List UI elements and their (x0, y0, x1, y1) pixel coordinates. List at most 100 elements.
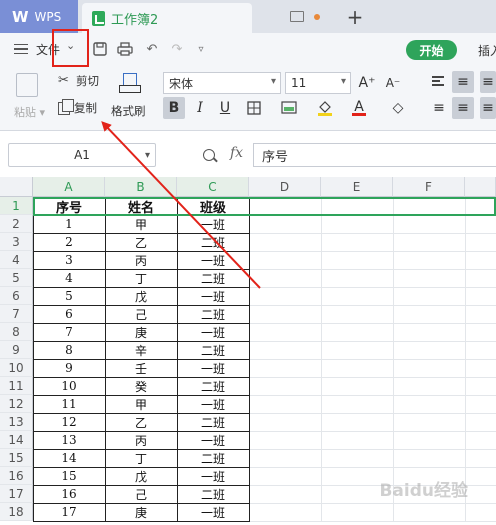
table-cell[interactable]: 一班 (177, 431, 249, 449)
table-cell[interactable]: 一班 (177, 503, 249, 521)
table-cell[interactable]: 4 (33, 269, 105, 287)
align-center-icon[interactable]: ≡ (452, 97, 474, 119)
table-cell[interactable]: 3 (33, 251, 105, 269)
table-cell[interactable]: 一班 (177, 467, 249, 485)
customize-toolbar-icon[interactable]: ▿ (193, 41, 209, 57)
table-cell[interactable]: 13 (33, 431, 105, 449)
row-header-2[interactable]: 2 (0, 215, 33, 233)
table-cell[interactable]: 11 (33, 395, 105, 413)
font-size-select[interactable]: 11 ▾ (285, 72, 351, 94)
table-cell[interactable]: 2 (33, 233, 105, 251)
table-cell[interactable]: 戊 (105, 287, 177, 305)
column-header-d[interactable]: D (249, 177, 321, 197)
table-cell[interactable]: 1 (33, 215, 105, 233)
table-cell[interactable]: 庚 (105, 323, 177, 341)
column-header-e[interactable]: E (321, 177, 393, 197)
paste-button[interactable]: 粘贴 ▾ (14, 73, 45, 121)
underline-button[interactable]: U (214, 97, 236, 119)
table-cell[interactable]: 一班 (177, 323, 249, 341)
table-cell[interactable]: 二班 (177, 269, 249, 287)
zoom-icon[interactable] (203, 149, 215, 161)
table-cell[interactable]: 二班 (177, 305, 249, 323)
shrink-font-button[interactable]: A⁻ (382, 72, 404, 94)
row-header-6[interactable]: 6 (0, 287, 33, 305)
table-cell[interactable]: 二班 (177, 413, 249, 431)
document-tab[interactable]: 工作簿2 (82, 3, 252, 33)
column-header-c[interactable]: C (177, 177, 249, 197)
column-header-a[interactable]: A (33, 177, 105, 197)
table-cell[interactable]: 丁 (105, 269, 177, 287)
align-middle-icon[interactable]: ≡ (452, 71, 474, 93)
table-cell[interactable]: 12 (33, 413, 105, 431)
format-painter-icon[interactable] (119, 73, 141, 99)
table-cell[interactable]: 辛 (105, 341, 177, 359)
table-cell[interactable]: 癸 (105, 377, 177, 395)
align-bottom-icon[interactable]: ≡ (480, 71, 496, 93)
print-icon[interactable] (117, 41, 133, 57)
save-icon[interactable] (92, 41, 108, 57)
table-cell[interactable]: 乙 (105, 413, 177, 431)
table-cell[interactable]: 二班 (177, 485, 249, 503)
function-icon[interactable]: fx (230, 145, 243, 161)
row-header-3[interactable]: 3 (0, 233, 33, 251)
table-cell[interactable]: 9 (33, 359, 105, 377)
italic-button[interactable]: I (189, 97, 211, 119)
row-header-4[interactable]: 4 (0, 251, 33, 269)
table-cell[interactable]: 一班 (177, 395, 249, 413)
name-box[interactable]: A1 ▾ (8, 143, 156, 167)
table-cell[interactable]: 甲 (105, 215, 177, 233)
row-header-16[interactable]: 16 (0, 467, 33, 485)
table-cell[interactable]: 17 (33, 503, 105, 521)
row-header-9[interactable]: 9 (0, 341, 33, 359)
table-cell[interactable]: 二班 (177, 233, 249, 251)
column-header-g[interactable] (465, 177, 496, 197)
table-cell[interactable]: 一班 (177, 359, 249, 377)
font-color-button[interactable]: A (348, 97, 370, 119)
format-painter-label[interactable]: 格式刷 (111, 103, 146, 119)
copy-button[interactable]: 复制 (58, 98, 97, 116)
table-cell[interactable]: 7 (33, 323, 105, 341)
row-header-8[interactable]: 8 (0, 323, 33, 341)
table-cell[interactable]: 丙 (105, 431, 177, 449)
font-name-select[interactable]: 宋体 ▾ (163, 72, 281, 94)
redo-icon[interactable]: ↷ (169, 41, 185, 57)
row-header-12[interactable]: 12 (0, 395, 33, 413)
undo-icon[interactable]: ↶ (144, 41, 160, 57)
formula-input[interactable]: 序号 (253, 143, 496, 167)
table-cell[interactable]: 己 (105, 485, 177, 503)
table-cell[interactable]: 6 (33, 305, 105, 323)
table-cell[interactable]: 一班 (177, 287, 249, 305)
table-cell[interactable]: 庚 (105, 503, 177, 521)
table-cell[interactable]: 一班 (177, 251, 249, 269)
row-header-13[interactable]: 13 (0, 413, 33, 431)
table-cell[interactable]: 二班 (177, 377, 249, 395)
row-header-18[interactable]: 18 (0, 503, 33, 521)
row-header-11[interactable]: 11 (0, 377, 33, 395)
column-header-b[interactable]: B (105, 177, 177, 197)
tab-home[interactable]: 开始 (406, 40, 457, 60)
table-cell[interactable]: 丙 (105, 251, 177, 269)
bold-button[interactable]: B (163, 97, 185, 119)
table-cell[interactable]: 二班 (177, 341, 249, 359)
cell-style-icon[interactable] (278, 97, 300, 119)
cut-button[interactable]: ✂ 剪切 (58, 73, 99, 89)
new-tab-button[interactable]: + (340, 0, 370, 33)
table-cell[interactable]: 丁 (105, 449, 177, 467)
row-header-15[interactable]: 15 (0, 449, 33, 467)
grow-font-button[interactable]: A⁺ (356, 72, 378, 94)
monitor-icon[interactable] (290, 11, 304, 22)
table-cell[interactable]: 戊 (105, 467, 177, 485)
hamburger-menu-icon[interactable] (14, 44, 28, 54)
row-header-10[interactable]: 10 (0, 359, 33, 377)
table-cell[interactable]: 二班 (177, 449, 249, 467)
table-cell[interactable]: 一班 (177, 215, 249, 233)
row-header-14[interactable]: 14 (0, 431, 33, 449)
row-header-5[interactable]: 5 (0, 269, 33, 287)
table-cell[interactable]: 16 (33, 485, 105, 503)
align-left-icon[interactable]: ≡ (428, 97, 450, 119)
row-header-1[interactable]: 1 (0, 197, 33, 215)
table-cell[interactable]: 甲 (105, 395, 177, 413)
border-icon[interactable] (243, 97, 265, 119)
table-cell[interactable]: 乙 (105, 233, 177, 251)
table-cell[interactable]: 14 (33, 449, 105, 467)
